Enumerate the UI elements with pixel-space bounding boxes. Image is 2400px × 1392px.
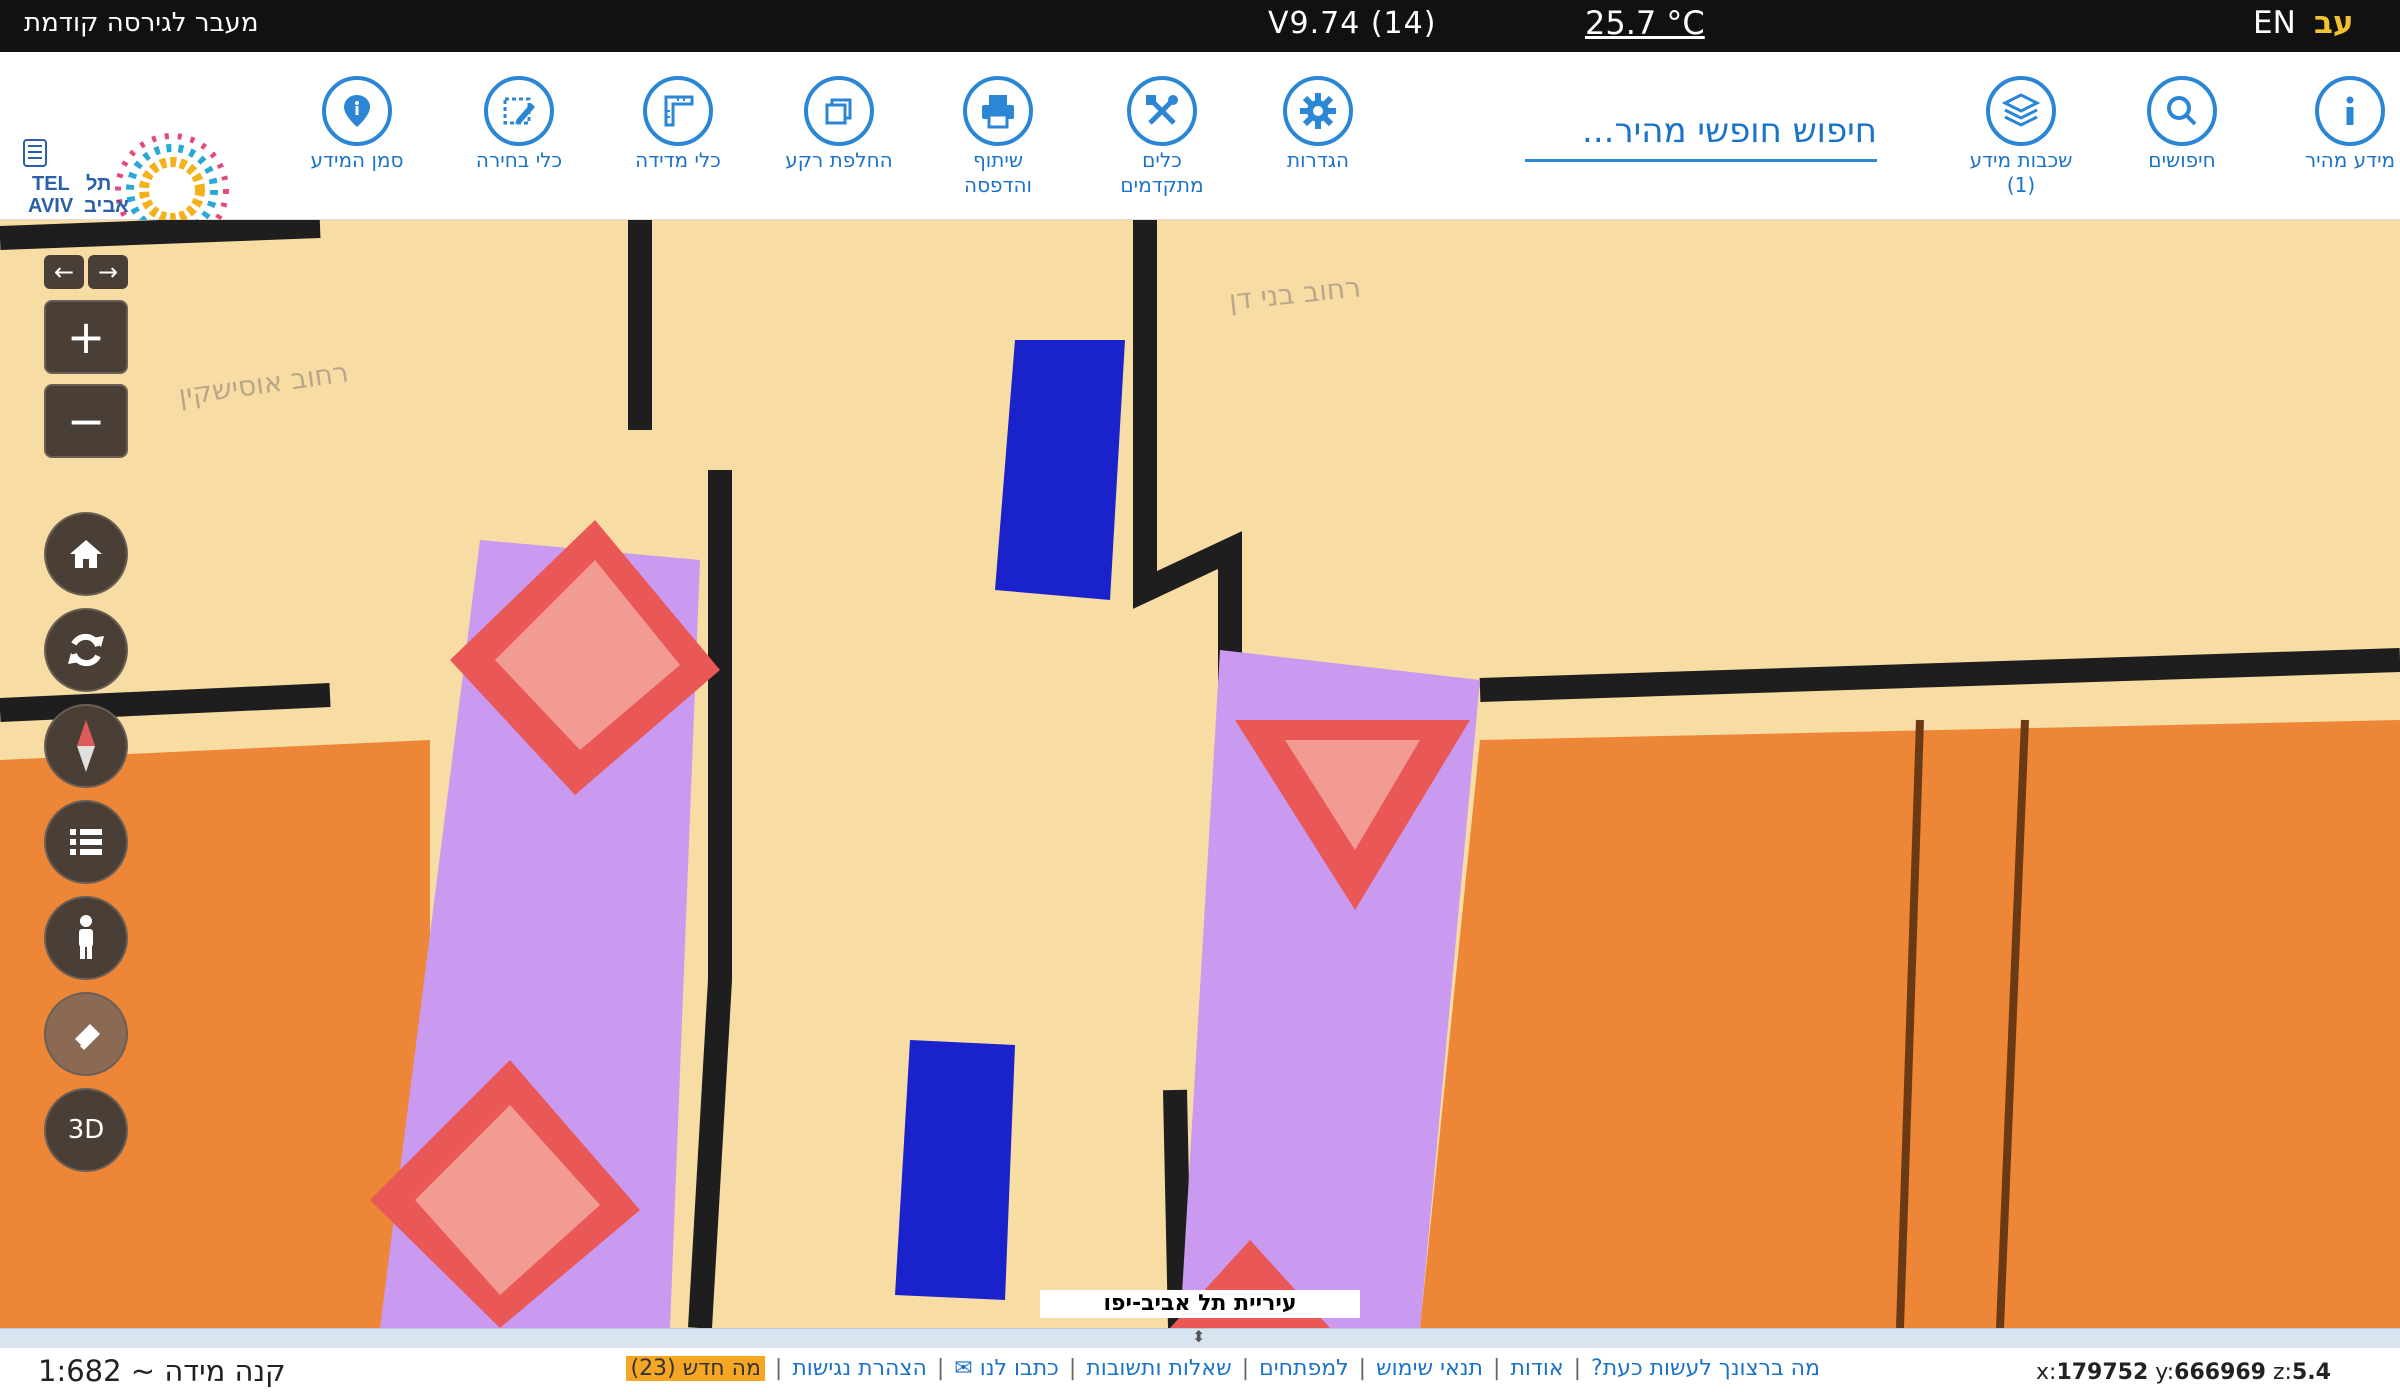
separator: |	[936, 1356, 945, 1381]
scale-label: קנה מידה ~ 1:682	[38, 1354, 286, 1388]
tool-searches[interactable]: חיפושים	[2107, 76, 2257, 173]
eraser-icon	[72, 1024, 100, 1050]
refresh-button[interactable]	[44, 608, 128, 692]
footer-link-what-to-do[interactable]: מה ברצונך לעשות כעת?	[1591, 1356, 1820, 1381]
tool-info-layers[interactable]: שכבות מידע (1)	[1946, 76, 2096, 198]
coord-y: 666969	[2174, 1360, 2266, 1385]
tools-icon	[1127, 76, 1197, 146]
gear-icon	[1283, 76, 1353, 146]
plus-icon: +	[66, 310, 106, 364]
print-icon	[963, 76, 1033, 146]
tool-quick-info[interactable]: מידע מהיר	[2275, 76, 2400, 173]
tool-settings[interactable]: הגדרות	[1243, 76, 1393, 173]
svg-text:AVIV: AVIV	[28, 195, 74, 217]
footer-link-accessibility[interactable]: הצהרת נגישות	[792, 1356, 927, 1381]
tool-select[interactable]: כלי בחירה	[444, 76, 594, 173]
status-bar: קנה מידה ~ 1:682 מה ברצונך לעשות כעת? | …	[0, 1348, 2400, 1392]
map-canvas: רחוב בני דן רחוב אוסישקין בני דן	[0, 220, 2400, 1328]
arrow-left-icon: ←	[53, 258, 75, 286]
big-street-label: בני דן	[2390, 342, 2400, 695]
search-icon	[2147, 76, 2217, 146]
coord-x: 179752	[2056, 1360, 2149, 1385]
tool-advanced[interactable]: כלים מתקדמים	[1087, 76, 1237, 198]
temperature-link[interactable]: 25.7 °C	[1585, 4, 1705, 42]
map-view[interactable]: רחוב בני דן רחוב אוסישקין בני דן	[0, 220, 2400, 1328]
tool-background-swap[interactable]: החלפת רקע	[764, 76, 914, 173]
svg-text:תל: תל	[86, 173, 111, 195]
legend-button[interactable]	[44, 800, 128, 884]
3d-view-button[interactable]: 3D	[44, 1088, 128, 1172]
svg-text:אביב: אביב	[84, 195, 129, 217]
history-forward-button[interactable]: →	[88, 255, 128, 289]
footer-link-developers[interactable]: למפתחים	[1259, 1356, 1349, 1381]
panel-collapse-bar[interactable]: ⬍	[0, 1327, 2400, 1348]
lang-he-button[interactable]: עב	[2314, 5, 2354, 41]
minus-icon: −	[66, 394, 106, 448]
footer-link-about[interactable]: אודות	[1510, 1356, 1563, 1381]
expand-collapse-icon: ⬍	[1192, 1327, 1206, 1346]
layers-icon	[1986, 76, 2056, 146]
compass-icon	[77, 720, 95, 772]
previous-version-link[interactable]: מעבר לגירסה קודמת	[24, 8, 258, 38]
eraser-button[interactable]	[44, 992, 128, 1076]
3d-label: 3D	[67, 1115, 105, 1145]
whats-new-badge[interactable]: מה חדש (23)	[626, 1356, 765, 1381]
svg-text:TEL: TEL	[32, 173, 70, 195]
tool-measure[interactable]: כלי מדידה	[603, 76, 753, 173]
street-view-button[interactable]	[44, 896, 128, 980]
list-icon	[70, 829, 102, 855]
top-bar: מעבר לגירסה קודמת V9.74 (14) 25.7 °C EN …	[0, 0, 2400, 52]
city-attribution-label: עיריית תל אביב-יפו	[1040, 1290, 1360, 1318]
zoom-out-button[interactable]: −	[44, 384, 128, 458]
compass-button[interactable]	[44, 704, 128, 788]
separator: |	[1358, 1356, 1367, 1381]
version-label: V9.74 (14)	[1268, 6, 1437, 41]
tool-info-marker[interactable]: סמן המידע	[282, 76, 432, 173]
footer-link-faq[interactable]: שאלות ותשובות	[1086, 1356, 1231, 1381]
footer-link-terms[interactable]: תנאי שימוש	[1376, 1356, 1483, 1381]
separator: |	[1241, 1356, 1250, 1381]
quick-search	[1525, 102, 1877, 162]
toolbar: TEL AVIV YAFO תל אביב יפו מידע מהיר חיפו…	[0, 52, 2400, 247]
separator: |	[1573, 1356, 1582, 1381]
separator: |	[774, 1356, 783, 1381]
coord-z: 5.4	[2291, 1360, 2331, 1385]
zoom-in-button[interactable]: +	[44, 300, 128, 374]
ruler-icon	[643, 76, 713, 146]
lang-en-button[interactable]: EN	[2253, 5, 2296, 41]
arrow-right-icon: →	[97, 258, 119, 286]
coordinates-readout: x:179752 y:666969 z:5.4	[2036, 1360, 2331, 1385]
logo-emblem	[23, 139, 47, 167]
person-icon	[79, 915, 93, 959]
separator: |	[1493, 1356, 1501, 1381]
separator: |	[1068, 1356, 1077, 1381]
tool-share-print[interactable]: שיתוף והדפסה	[923, 76, 1073, 198]
footer-links: מה ברצונך לעשות כעת? | אודות | תנאי שימו…	[580, 1356, 1820, 1381]
quick-search-input[interactable]	[1525, 102, 1877, 159]
map-pin-icon	[322, 76, 392, 146]
history-back-button[interactable]: ←	[44, 255, 84, 289]
home-icon	[70, 540, 102, 568]
background-swap-icon	[804, 76, 874, 146]
home-button[interactable]	[44, 512, 128, 596]
footer-link-contact[interactable]: כתבו לנו ✉	[954, 1356, 1059, 1381]
info-icon	[2315, 76, 2385, 146]
select-edit-icon	[484, 76, 554, 146]
refresh-icon	[68, 633, 104, 667]
